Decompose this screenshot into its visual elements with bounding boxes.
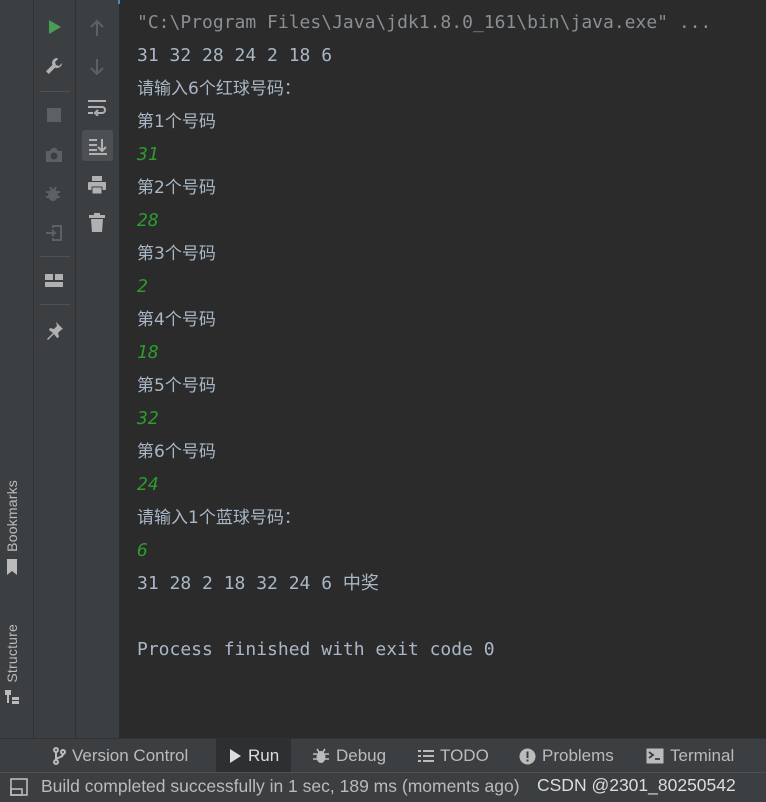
tab-version-control[interactable]: Version Control bbox=[44, 739, 196, 773]
status-bar: Build completed successfully in 1 sec, 1… bbox=[0, 772, 766, 802]
run-toolbar-primary bbox=[34, 0, 76, 738]
debug-bug-icon bbox=[46, 186, 60, 201]
branch-icon bbox=[53, 747, 66, 765]
tab-todo-label: TODO bbox=[440, 746, 489, 765]
watermark-text: CSDN @2301_80250542 bbox=[537, 775, 736, 795]
trash-icon bbox=[89, 213, 105, 232]
print-button[interactable] bbox=[82, 170, 112, 200]
tab-debug[interactable]: Debug bbox=[304, 739, 394, 773]
bookmarks-tab-label: Bookmarks bbox=[4, 480, 20, 552]
debug-attach-button[interactable] bbox=[39, 179, 69, 209]
soft-wrap-button[interactable] bbox=[82, 92, 112, 122]
console-user-input: 31 bbox=[137, 144, 159, 165]
console-user-input: 32 bbox=[137, 408, 159, 429]
run-toolbar-secondary bbox=[76, 0, 119, 738]
console-command-line: "C:\Program Files\Java\jdk1.8.0_161\bin\… bbox=[137, 12, 712, 33]
window-toggle-icon[interactable] bbox=[10, 778, 28, 796]
console-output-line: 第5个号码 bbox=[137, 376, 216, 396]
side-tool-strip: Bookmarks Structure bbox=[0, 0, 34, 738]
tab-run[interactable]: Run bbox=[216, 739, 292, 773]
structure-tab[interactable]: Structure bbox=[4, 624, 20, 705]
bookmarks-tab[interactable]: Bookmarks bbox=[4, 480, 20, 576]
tool-window-tabs: Version Control Run Debug TODO Problems … bbox=[0, 738, 766, 773]
console-output-line: 第1个号码 bbox=[137, 112, 216, 132]
console-user-input: 2 bbox=[137, 276, 148, 297]
next-occurrence-button[interactable] bbox=[82, 52, 112, 82]
layout-icon bbox=[45, 274, 63, 287]
console-user-input: 6 bbox=[137, 540, 148, 561]
run-tab-icon bbox=[230, 749, 241, 763]
rerun-button[interactable] bbox=[39, 12, 69, 42]
console-output-line: 请输入6个红球号码： bbox=[137, 79, 301, 99]
camera-icon bbox=[46, 148, 62, 162]
exit-button[interactable] bbox=[39, 218, 69, 248]
console-output-line: 第6个号码 bbox=[137, 442, 216, 462]
edit-configuration-button[interactable] bbox=[39, 51, 69, 81]
console-user-input: 24 bbox=[137, 474, 159, 495]
restore-layout-button[interactable] bbox=[39, 266, 69, 296]
arrow-up-icon bbox=[90, 19, 104, 36]
structure-tab-label: Structure bbox=[4, 624, 20, 683]
tab-debug-label: Debug bbox=[336, 746, 387, 765]
console-output[interactable]: "C:\Program Files\Java\jdk1.8.0_161\bin\… bbox=[120, 0, 766, 738]
terminal-icon bbox=[646, 748, 664, 764]
console-output-line: 31 32 28 24 2 18 6 bbox=[137, 45, 333, 66]
pin-icon bbox=[47, 322, 63, 340]
console-output-line: 请输入1个蓝球号码： bbox=[137, 508, 301, 528]
scroll-to-end-icon bbox=[88, 138, 107, 155]
exit-icon bbox=[46, 225, 62, 241]
console-output-line: 第2个号码 bbox=[137, 178, 216, 198]
tab-terminal-label: Terminal bbox=[670, 746, 735, 765]
warning-icon bbox=[519, 748, 536, 764]
console-user-input: 28 bbox=[137, 210, 159, 231]
wrench-icon bbox=[46, 58, 62, 74]
console-user-input: 18 bbox=[137, 342, 159, 363]
previous-occurrence-button[interactable] bbox=[82, 13, 112, 43]
bookmark-icon bbox=[7, 558, 17, 575]
thread-dump-button[interactable] bbox=[39, 140, 69, 170]
tab-problems-label: Problems bbox=[542, 746, 614, 765]
console-output-line: 31 28 2 18 32 24 6 中奖 bbox=[137, 573, 379, 594]
tab-problems[interactable]: Problems bbox=[511, 739, 622, 773]
console-output-line: 第3个号码 bbox=[137, 244, 216, 264]
console-output-line: 第4个号码 bbox=[137, 310, 216, 330]
print-icon bbox=[88, 176, 106, 195]
stop-button[interactable] bbox=[39, 100, 69, 130]
tab-terminal[interactable]: Terminal bbox=[638, 739, 742, 773]
tab-version-control-label: Version Control bbox=[72, 746, 189, 765]
run-icon bbox=[49, 20, 61, 34]
list-icon bbox=[418, 750, 434, 762]
console-output-line: Process finished with exit code 0 bbox=[137, 639, 495, 660]
status-message[interactable]: Build completed successfully in 1 sec, 1… bbox=[41, 776, 520, 797]
soft-wrap-icon bbox=[88, 100, 106, 116]
stop-icon bbox=[47, 108, 61, 122]
bug-icon bbox=[313, 748, 329, 763]
tab-todo[interactable]: TODO bbox=[410, 739, 497, 773]
pin-tab-button[interactable] bbox=[39, 316, 69, 346]
structure-icon bbox=[5, 689, 19, 704]
scroll-to-end-button[interactable] bbox=[82, 130, 113, 161]
tab-run-label: Run bbox=[248, 746, 280, 765]
clear-all-button[interactable] bbox=[82, 208, 112, 238]
arrow-down-icon bbox=[90, 59, 104, 76]
